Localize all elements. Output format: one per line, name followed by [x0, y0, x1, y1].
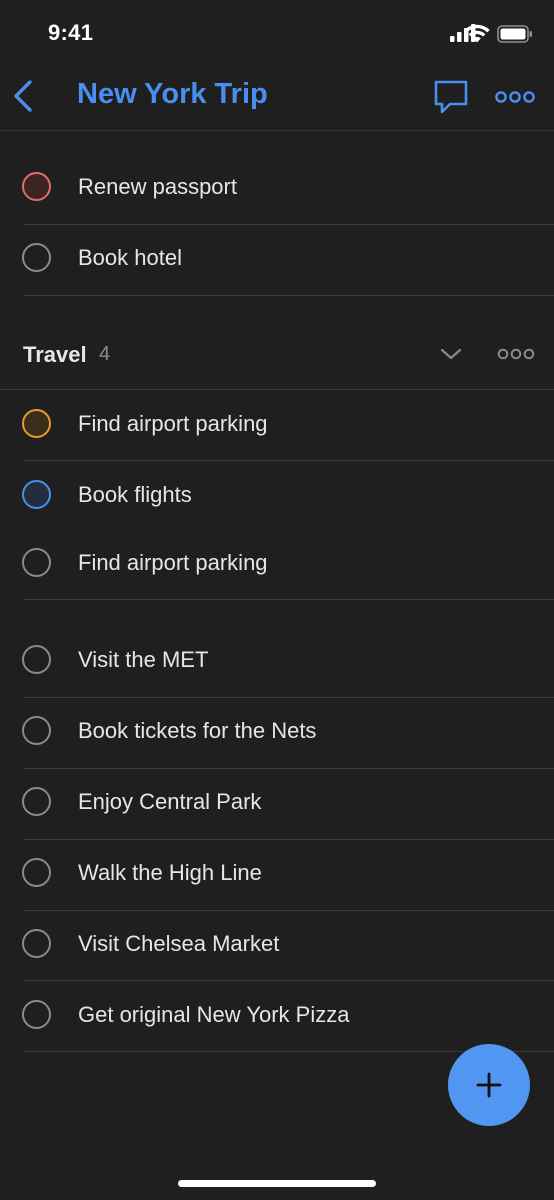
- task-checkbox[interactable]: [22, 787, 51, 816]
- task-label: Visit Chelsea Market: [78, 931, 280, 956]
- task-label: Book flights: [78, 482, 192, 507]
- task-row[interactable]: Book hotel: [0, 224, 554, 295]
- task-row[interactable]: Book tickets for the Nets: [0, 697, 554, 768]
- status-bar: 9:41: [0, 0, 554, 62]
- more-horizontal-icon: [497, 348, 535, 360]
- battery-icon: [497, 25, 532, 43]
- task-checkbox[interactable]: [22, 548, 51, 577]
- task-row[interactable]: Visit Chelsea Market: [0, 910, 554, 981]
- more-horizontal-icon: [495, 91, 535, 103]
- task-row[interactable]: Book flights: [0, 461, 554, 532]
- task-checkbox[interactable]: [22, 645, 51, 674]
- comment-button[interactable]: [432, 79, 470, 115]
- task-checkbox[interactable]: [22, 929, 51, 958]
- section-collapse-button[interactable]: [438, 344, 464, 364]
- task-label: Walk the High Line: [78, 860, 262, 885]
- chevron-left-icon: [14, 80, 32, 112]
- task-label: Book hotel: [78, 245, 182, 270]
- task-label: Renew passport: [78, 174, 237, 199]
- divider: [24, 599, 554, 600]
- status-time: 9:41: [48, 20, 94, 45]
- task-row[interactable]: Find airport parking: [0, 529, 554, 600]
- task-checkbox[interactable]: [22, 1000, 51, 1029]
- chat-bubble-icon: [434, 80, 468, 114]
- task-row[interactable]: Walk the High Line: [0, 839, 554, 910]
- task-row[interactable]: Renew passport: [0, 153, 554, 224]
- home-indicator: [178, 1180, 376, 1187]
- section-count: 4: [99, 343, 111, 365]
- divider: [24, 295, 554, 296]
- chevron-down-icon: [440, 348, 462, 360]
- task-checkbox[interactable]: [22, 409, 51, 438]
- task-label: Book tickets for the Nets: [78, 718, 317, 743]
- task-label: Find airport parking: [78, 411, 268, 436]
- section-more-button[interactable]: [496, 345, 536, 363]
- section-header[interactable]: Travel 4: [0, 320, 554, 390]
- task-checkbox[interactable]: [22, 172, 51, 201]
- task-checkbox[interactable]: [22, 858, 51, 887]
- task-label: Find airport parking: [78, 550, 268, 575]
- task-checkbox[interactable]: [22, 243, 51, 272]
- task-checkbox[interactable]: [22, 716, 51, 745]
- task-label: Visit the MET: [78, 647, 209, 672]
- add-task-button[interactable]: [448, 1044, 530, 1126]
- back-button[interactable]: [8, 76, 44, 116]
- task-checkbox[interactable]: [22, 480, 51, 509]
- task-row[interactable]: Visit the MET: [0, 626, 554, 697]
- task-row[interactable]: Get original New York Pizza: [0, 981, 554, 1052]
- plus-icon: [476, 1072, 502, 1098]
- nav-bar: New York Trip: [0, 62, 554, 131]
- task-label: Get original New York Pizza: [78, 1002, 350, 1027]
- wifi-icon: [464, 24, 490, 43]
- page-title: New York Trip: [77, 78, 268, 110]
- task-row[interactable]: Find airport parking: [0, 390, 554, 461]
- section-title: Travel: [23, 342, 87, 367]
- more-button[interactable]: [494, 82, 536, 112]
- task-row[interactable]: Enjoy Central Park: [0, 768, 554, 839]
- task-label: Enjoy Central Park: [78, 789, 262, 814]
